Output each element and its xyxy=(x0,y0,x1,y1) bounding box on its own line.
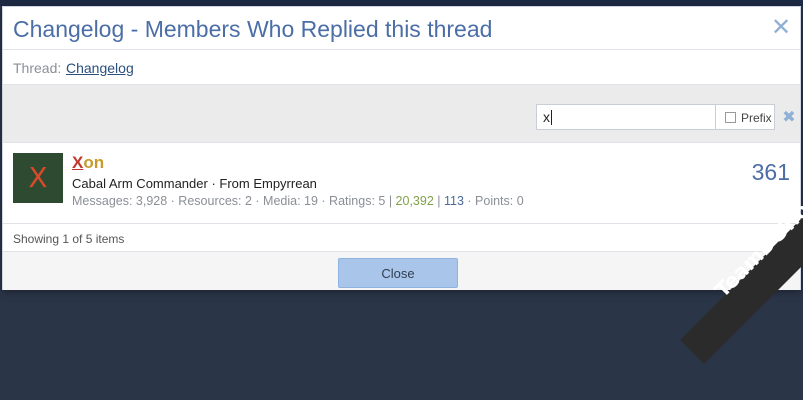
stats-suffix: · Points: 0 xyxy=(463,194,524,208)
dialog-title-bar: Changelog - Members Who Replied this thr… xyxy=(3,7,800,50)
clear-filter-icon[interactable]: ✖ xyxy=(777,104,801,130)
dialog-footer: Close xyxy=(3,251,800,290)
member-title: Cabal Arm Commander · From Empyrrean xyxy=(72,176,317,191)
username-first-letter: X xyxy=(72,153,84,172)
prefix-label: Prefix xyxy=(741,111,772,125)
prefix-checkbox[interactable] xyxy=(725,112,736,123)
dialog-title: Changelog - Members Who Replied this thr… xyxy=(13,16,493,42)
thread-link[interactable]: Changelog xyxy=(66,60,134,76)
text-caret xyxy=(551,110,552,125)
filter-input[interactable]: x xyxy=(536,104,716,130)
member-username[interactable]: Xon xyxy=(72,153,104,173)
reply-count: 361 xyxy=(751,159,790,185)
prefix-toggle[interactable]: Prefix xyxy=(715,104,775,130)
members-replied-dialog: Changelog - Members Who Replied this thr… xyxy=(2,6,801,290)
stats-neutral: 113 xyxy=(443,194,464,208)
showing-count: Showing 1 of 5 items xyxy=(13,232,125,246)
filter-bar: x Prefix ✖ xyxy=(3,85,800,143)
stats-prefix: Messages: 3,928 · Resources: 2 · Media: … xyxy=(72,194,396,208)
close-icon[interactable]: ✕ xyxy=(770,15,792,39)
username-rest: on xyxy=(83,153,105,172)
list-item: X Xon Cabal Arm Commander · From Empyrre… xyxy=(3,143,800,224)
thread-label: Thread: xyxy=(13,60,62,76)
member-stats: Messages: 3,928 · Resources: 2 · Media: … xyxy=(72,194,524,208)
avatar[interactable]: X xyxy=(13,153,63,203)
stats-separator: | xyxy=(433,194,444,208)
thread-row: Thread: Changelog xyxy=(3,50,800,85)
stats-positive: 20,392 xyxy=(395,194,434,208)
filter-input-value: x xyxy=(543,109,550,125)
close-button[interactable]: Close xyxy=(338,258,458,288)
